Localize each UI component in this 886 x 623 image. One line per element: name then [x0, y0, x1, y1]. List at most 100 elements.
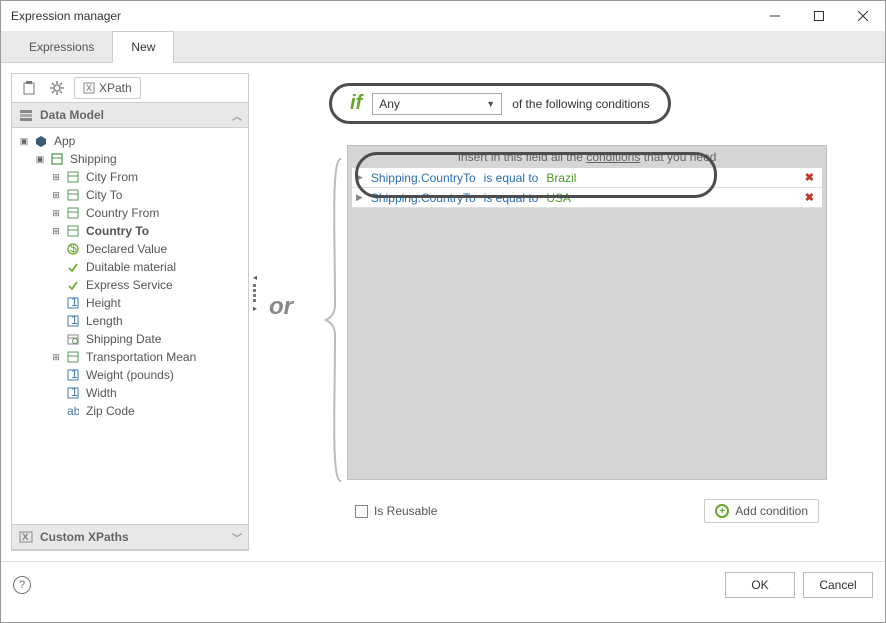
- svg-text:abc: abc: [67, 405, 79, 417]
- chevron-down-icon: ▼: [486, 99, 495, 109]
- svg-text:$: $: [70, 243, 77, 255]
- minimize-button[interactable]: [753, 1, 797, 31]
- tree-item[interactable]: ⊞ Country To: [14, 222, 246, 240]
- plus-icon: +: [715, 504, 729, 518]
- add-condition-button[interactable]: + Add condition: [704, 499, 819, 523]
- chevron-down-icon: ﹀: [232, 530, 242, 545]
- entity-icon: [49, 151, 65, 167]
- hint-text: that you need: [640, 150, 716, 164]
- title-bar: Expression manager: [1, 1, 885, 31]
- tree-label: Height: [84, 296, 121, 310]
- data-model-label: Data Model: [40, 108, 104, 122]
- conditions-footer: Is Reusable + Add condition: [347, 493, 827, 529]
- tree-item[interactable]: 1 Height: [14, 294, 246, 312]
- ok-button[interactable]: OK: [725, 572, 795, 598]
- xpath-button[interactable]: x XPath: [74, 77, 141, 99]
- match-mode-select[interactable]: Any ▼: [372, 93, 502, 115]
- run-icon[interactable]: ▶: [356, 172, 363, 183]
- condition-attribute[interactable]: Shipping.CountryTo: [371, 171, 476, 185]
- condition-attribute[interactable]: Shipping.CountryTo: [371, 191, 476, 205]
- tree-label: Zip Code: [84, 404, 135, 418]
- tree-node-shipping[interactable]: ▣ Shipping: [14, 150, 246, 168]
- tree-item[interactable]: ⊞ City From: [14, 168, 246, 186]
- condition-operator[interactable]: is equal to: [484, 171, 539, 185]
- condition-operator[interactable]: is equal to: [484, 191, 539, 205]
- svg-text:x: x: [22, 530, 29, 543]
- attribute-icon: [65, 169, 81, 185]
- tree-item[interactable]: Shipping Date: [14, 330, 246, 348]
- tree-label: Width: [84, 386, 117, 400]
- tree-item[interactable]: ⊞ Transportation Mean: [14, 348, 246, 366]
- expand-icon[interactable]: ⊞: [50, 226, 62, 237]
- conditions-hint: Insert in this field all the conditions …: [348, 146, 826, 168]
- if-suffix: of the following conditions: [512, 97, 649, 111]
- tree-label: Shipping Date: [84, 332, 161, 346]
- condition-value[interactable]: Brazil: [546, 171, 576, 185]
- cancel-button[interactable]: Cancel: [803, 572, 873, 598]
- condition-value[interactable]: USA: [546, 191, 571, 205]
- tree-label: City From: [84, 170, 138, 184]
- tree-label: Transportation Mean: [84, 350, 196, 364]
- close-button[interactable]: [841, 1, 885, 31]
- collapse-icon[interactable]: ▣: [18, 136, 30, 147]
- expand-icon[interactable]: ⊞: [50, 208, 62, 219]
- window-title: Expression manager: [11, 9, 753, 23]
- tree-item[interactable]: ⊞Country From: [14, 204, 246, 222]
- attribute-icon: [65, 205, 81, 221]
- maximize-button[interactable]: [797, 1, 841, 31]
- tree-label: Shipping: [68, 152, 117, 166]
- data-model-tree[interactable]: ▣ App ▣ Shipping ⊞City From⊞City To⊞Coun…: [12, 128, 248, 524]
- attribute-icon: [65, 277, 81, 293]
- chevron-up-icon: ︿: [232, 108, 242, 123]
- gear-icon[interactable]: [46, 77, 68, 99]
- or-keyword: or: [269, 293, 293, 321]
- dialog-footer: ? OK Cancel: [1, 561, 885, 607]
- hint-text: Insert in this field all the: [458, 150, 587, 164]
- run-icon[interactable]: ▶: [356, 192, 363, 203]
- attribute-icon: abc: [65, 403, 81, 419]
- condition-row[interactable]: ▶ Shipping.CountryTo is equal to USA ✖: [352, 188, 822, 208]
- tree-label: Declared Value: [84, 242, 167, 256]
- tree-item[interactable]: Express Service: [14, 276, 246, 294]
- expand-icon[interactable]: ⊞: [50, 352, 62, 363]
- attribute-icon: [65, 259, 81, 275]
- tree-item[interactable]: Duitable material: [14, 258, 246, 276]
- delete-condition-icon[interactable]: ✖: [805, 191, 814, 204]
- tree-label: City To: [84, 188, 122, 202]
- reusable-label: Is Reusable: [374, 504, 437, 518]
- collapse-icon[interactable]: ▣: [34, 154, 46, 165]
- tree-item[interactable]: 1Weight (pounds): [14, 366, 246, 384]
- svg-text:1: 1: [71, 297, 78, 309]
- expression-builder: ◂▸ if Any ▼ of the following conditions …: [259, 73, 875, 551]
- tree-item[interactable]: abc Zip Code: [14, 402, 246, 420]
- tree-label: Country To: [84, 224, 149, 238]
- tree-item[interactable]: 1Length: [14, 312, 246, 330]
- tab-expressions[interactable]: Expressions: [11, 32, 112, 62]
- reusable-checkbox[interactable]: [355, 505, 368, 518]
- tab-bar: Expressions New: [1, 31, 885, 63]
- attribute-icon: 1: [65, 385, 81, 401]
- tree-node-app[interactable]: ▣ App: [14, 132, 246, 150]
- hint-text: conditions: [586, 150, 640, 164]
- splitter-handle[interactable]: ◂▸: [253, 273, 257, 313]
- tree-item[interactable]: ⊞ City To: [14, 186, 246, 204]
- paste-icon[interactable]: [18, 77, 40, 99]
- tree-label: App: [52, 134, 75, 148]
- expand-icon[interactable]: ⊞: [50, 172, 62, 183]
- attribute-icon: 1: [65, 367, 81, 383]
- condition-row[interactable]: ▶ Shipping.CountryTo is equal to Brazil ✖: [352, 168, 822, 188]
- attribute-icon: [65, 187, 81, 203]
- custom-xpaths-header[interactable]: x Custom XPaths ﹀: [12, 524, 248, 550]
- tree-item[interactable]: $ Declared Value: [14, 240, 246, 258]
- data-model-header[interactable]: Data Model ︿: [12, 102, 248, 128]
- tree-item[interactable]: 1Width: [14, 384, 246, 402]
- tab-new[interactable]: New: [112, 31, 174, 63]
- tree-label: Length: [84, 314, 123, 328]
- expand-icon[interactable]: ⊞: [50, 190, 62, 201]
- help-button[interactable]: ?: [13, 576, 31, 594]
- xpath-icon: x: [83, 82, 95, 94]
- attribute-icon: [65, 349, 81, 365]
- svg-text:x: x: [86, 82, 92, 94]
- tree-label: Duitable material: [84, 260, 176, 274]
- delete-condition-icon[interactable]: ✖: [805, 171, 814, 184]
